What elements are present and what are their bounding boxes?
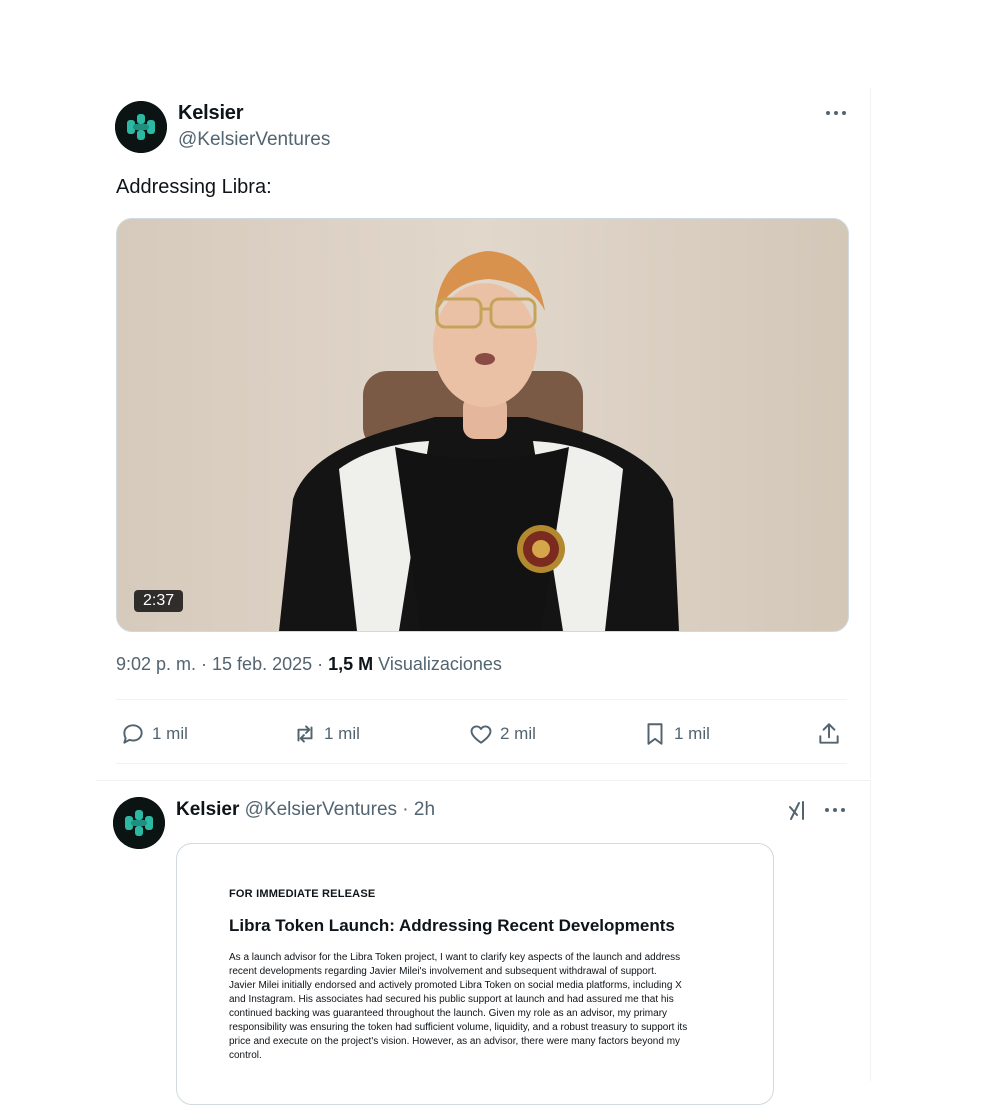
main-tweet: Kelsier @KelsierVentures Addressing Libr…	[96, 88, 871, 778]
author-name[interactable]: Kelsier	[178, 102, 244, 125]
doc-line: control.	[229, 1050, 262, 1061]
tweet-meta: 9:02 p. m. · 15 feb. 2025 · 1,5 M Visual…	[116, 654, 502, 675]
author-handle-time[interactable]: @KelsierVentures · 2h	[239, 799, 435, 820]
views-count: 1,5 M	[328, 654, 374, 674]
repost-count: 1 mil	[324, 724, 360, 743]
logo-icon	[115, 101, 167, 153]
avatar[interactable]	[115, 101, 167, 153]
repost-icon	[297, 725, 313, 743]
more-icon[interactable]	[824, 108, 848, 118]
reply-icon	[123, 724, 143, 744]
like-count: 2 mil	[500, 724, 536, 743]
doc-line: As a launch advisor for the Libra Token …	[229, 952, 681, 963]
share-icon	[819, 723, 839, 744]
tweet-text: Addressing Libra:	[116, 176, 272, 198]
divider	[116, 763, 847, 764]
action-bar: 1 mil 1 mil 2 mil 1 mil	[116, 714, 847, 754]
divider	[116, 699, 847, 700]
doc-line: price and execute on the project's visio…	[229, 1036, 681, 1047]
logo-icon	[113, 797, 165, 849]
reply-button[interactable]: 1 mil	[120, 714, 188, 754]
doc-line: and Instagram. His associates had secure…	[229, 994, 674, 1005]
author-handle[interactable]: @KelsierVentures	[178, 129, 330, 151]
video-duration: 2:37	[134, 590, 184, 612]
doc-line: responsibility was ensuring the token ha…	[229, 1022, 688, 1033]
doc-line: Javier Milei initially endorsed and acti…	[229, 980, 682, 991]
tweet-header: Kelsier @KelsierVentures · 2h	[176, 799, 435, 821]
video-player[interactable]: 2:37	[116, 218, 849, 632]
video-thumbnail	[117, 219, 848, 631]
bookmark-button[interactable]: 1 mil	[642, 714, 710, 754]
timestamp[interactable]: 9:02 p. m. · 15 feb. 2025 ·	[116, 654, 328, 674]
more-icon[interactable]	[823, 805, 847, 815]
doc-eyebrow: FOR IMMEDIATE RELEASE	[229, 888, 376, 900]
bookmark-icon	[647, 723, 663, 745]
doc-line: continued backing was guaranteed through…	[229, 1008, 668, 1019]
like-button[interactable]: 2 mil	[468, 714, 536, 754]
grok-icon[interactable]	[788, 799, 810, 821]
doc-title: Libra Token Launch: Addressing Recent De…	[229, 916, 675, 935]
share-button[interactable]	[816, 714, 848, 754]
bookmark-count: 1 mil	[674, 724, 710, 743]
author-name[interactable]: Kelsier	[176, 799, 239, 820]
avatar[interactable]	[113, 797, 165, 849]
views-label: Visualizaciones	[373, 654, 502, 674]
repost-button[interactable]: 1 mil	[292, 714, 360, 754]
like-icon	[470, 725, 492, 744]
doc-body: As a launch advisor for the Libra Token …	[229, 951, 729, 1063]
reply-count: 1 mil	[152, 724, 188, 743]
press-release-image[interactable]: FOR IMMEDIATE RELEASE Libra Token Launch…	[176, 843, 774, 1105]
embedded-tweet[interactable]: Kelsier @KelsierVentures · 2h FOR IMMEDI…	[96, 780, 871, 1105]
doc-line: recent developments regarding Javier Mil…	[229, 966, 657, 977]
